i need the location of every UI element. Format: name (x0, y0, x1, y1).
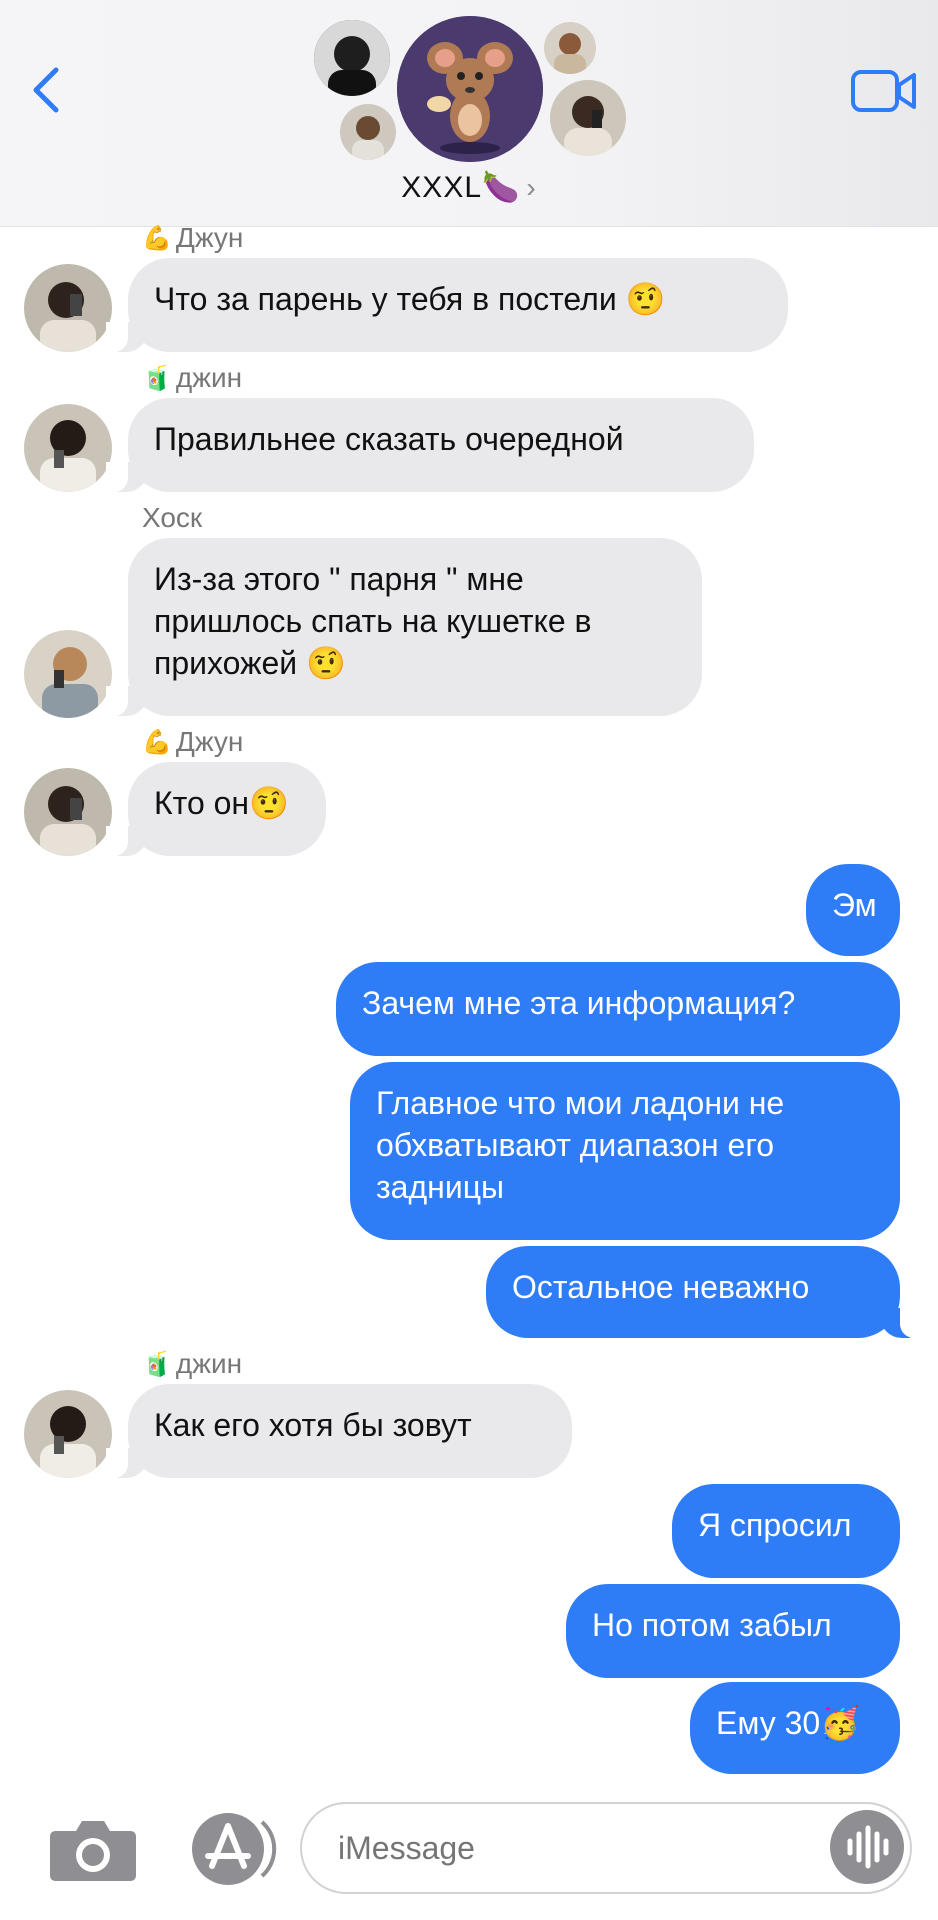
sender-label: 🧃 джин (142, 1348, 242, 1380)
sender-name: джин (175, 362, 243, 393)
avatar[interactable] (24, 768, 112, 856)
sender-name: джин (175, 1348, 243, 1379)
message-text: Я спросил (698, 1507, 852, 1543)
sender-label: 💪 Джун (142, 726, 243, 758)
message-text: Остальное неважно (512, 1269, 810, 1305)
message-text: Но потом забыл (592, 1607, 832, 1643)
member-avatar[interactable] (544, 22, 596, 74)
video-call-button[interactable] (850, 68, 918, 114)
message-text: Главное что мои ладони не обхватывают ди… (376, 1085, 785, 1205)
message-text: Из-за этого " парня " мне пришлось спать… (154, 561, 592, 681)
member-avatar[interactable] (340, 104, 396, 160)
message-bubble[interactable]: Кто он🤨 (106, 762, 326, 856)
avatar[interactable] (24, 264, 112, 352)
group-name-text: XXXL (401, 171, 483, 204)
group-name[interactable]: XXXL🍆 › (0, 170, 938, 205)
member-avatar[interactable] (314, 20, 390, 96)
avatar[interactable] (24, 1390, 112, 1478)
message-input[interactable] (300, 1802, 912, 1894)
avatar[interactable] (24, 404, 112, 492)
app-store-icon (192, 1813, 277, 1885)
chevron-right-icon: › (526, 172, 537, 203)
message-text: Правильнее сказать очередной (154, 421, 624, 457)
message-bubble-outgoing[interactable]: Остальное неважно (486, 1246, 922, 1338)
video-camera-icon (851, 70, 916, 112)
group-avatar[interactable] (397, 16, 543, 162)
camera-button[interactable] (48, 1815, 138, 1883)
mouse-cartoon-icon (397, 16, 543, 162)
message-bubble[interactable]: Что за парень у тебя в постели 🤨 (106, 258, 788, 352)
app-store-button[interactable] (182, 1810, 280, 1888)
message-text: Эм (832, 887, 877, 923)
group-emoji: 🍆 (482, 171, 521, 204)
message-bubble[interactable]: Как его хотя бы зовут (106, 1384, 572, 1478)
sender-emoji: 🧃 (142, 364, 172, 392)
message-bubble-outgoing[interactable]: Я спросил (672, 1484, 900, 1578)
member-avatar[interactable] (550, 80, 626, 156)
message-bubble-outgoing[interactable]: Эм (806, 864, 900, 956)
back-button[interactable] (28, 62, 68, 118)
conversation-header: XXXL🍆 › (0, 0, 938, 227)
sender-label: 🧃 джин (142, 362, 242, 394)
audio-record-button[interactable] (830, 1810, 904, 1884)
message-bubble-outgoing[interactable]: Главное что мои ладони не обхватывают ди… (350, 1062, 900, 1240)
camera-icon (50, 1821, 136, 1881)
sender-name: Хоск (142, 502, 203, 533)
message-text: Что за парень у тебя в постели 🤨 (154, 281, 666, 317)
chevron-left-icon (33, 67, 59, 113)
message-text: Кто он🤨 (154, 785, 289, 821)
message-text: Ему 30🥳 (716, 1705, 861, 1741)
audio-waveform-icon (847, 1825, 889, 1869)
message-bubble-outgoing[interactable]: Но потом забыл (566, 1584, 900, 1678)
avatar[interactable] (24, 630, 112, 718)
message-bubble[interactable]: Из-за этого " парня " мне пришлось спать… (106, 538, 702, 716)
message-bubble-outgoing[interactable]: Ему 30🥳 (690, 1682, 900, 1774)
sender-name: Джун (175, 726, 244, 757)
sender-emoji: 🧃 (142, 1350, 172, 1378)
sender-emoji: 💪 (142, 224, 172, 252)
message-bubble[interactable]: Правильнее сказать очередной (106, 398, 754, 492)
sender-label: Хоск (142, 502, 202, 534)
message-text: Как его хотя бы зовут (154, 1407, 472, 1443)
message-text: Зачем мне эта информация? (362, 985, 796, 1021)
sender-emoji: 💪 (142, 728, 172, 756)
sender-label: 💪 Джун (142, 222, 243, 254)
message-bubble-outgoing[interactable]: Зачем мне эта информация? (336, 962, 900, 1056)
sender-name: Джун (175, 222, 244, 253)
